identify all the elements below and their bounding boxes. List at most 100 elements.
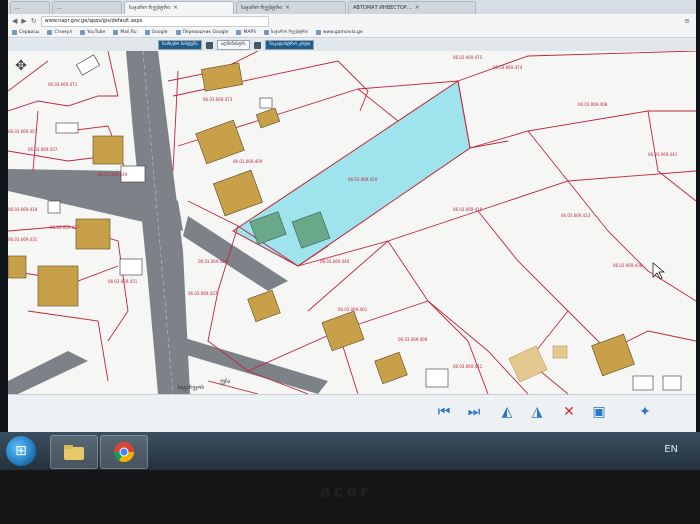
monitor-bezel: acer — [0, 470, 700, 524]
parcel-label: 06.03.069.409 — [233, 159, 263, 164]
search-icon[interactable] — [254, 41, 262, 49]
windows-taskbar: ⊞ EN — [0, 432, 700, 470]
structure — [632, 375, 654, 391]
parcel-label: 06.03.069.401 — [338, 307, 368, 312]
bookmark-icon — [315, 30, 321, 35]
structure — [425, 368, 449, 388]
bookmark-icon — [12, 30, 17, 35]
bookmark-icon — [175, 30, 181, 35]
parcel-label: 06.03.069.437 — [28, 147, 58, 152]
reload-icon[interactable]: ↻ — [31, 17, 37, 25]
language-indicator[interactable]: EN — [664, 444, 678, 455]
admin-field[interactable]: ადმინისტრ. — [216, 40, 251, 50]
parcel-label: 06.03.069.411 — [453, 364, 483, 369]
browser-tab-strip: ... ... საჯარო რეესტრი × საჯარო რეესტრი … — [8, 0, 696, 14]
cadastral-field[interactable]: საკადასტრო კოდი — [265, 40, 315, 50]
address-row: ◀ ▶ ↻ www.napr.gov.ge/apps/gis/default.a… — [8, 14, 696, 28]
bookmark-icon — [236, 30, 242, 35]
browser-tab[interactable]: ... — [52, 1, 122, 14]
parcel-label: 06.03.069.441 — [648, 152, 678, 157]
parcel-label: 06.03.069.406 — [198, 259, 228, 264]
taskbar-chrome[interactable] — [100, 435, 148, 469]
parcel-label: 06.03.069.449 — [98, 172, 128, 177]
full-extent-icon[interactable]: ✦ — [636, 403, 654, 421]
screen: ... ... საჯარო რეესტრი × საჯარო რეესტრი … — [8, 0, 696, 432]
bookmark-icon — [263, 30, 269, 35]
tab-label: საჯარო რეესტრი — [129, 5, 170, 11]
bookmark[interactable]: Сервисы — [12, 30, 39, 35]
parcel-label: 06.03.069.431 — [8, 237, 38, 242]
parcel-label: 06.03.069.408 — [578, 102, 608, 107]
parcel-label: 06.03.069.437 — [188, 291, 218, 296]
start-button[interactable]: ⊞ — [6, 436, 36, 466]
map-toolbar: ⏮ ⏭ ◭ ◮ ✕ ▣ ✦ — [8, 394, 696, 432]
parcel-label: 06.03.069.410 — [453, 207, 483, 212]
building — [8, 255, 27, 279]
search-icon[interactable] — [205, 41, 213, 49]
building — [552, 345, 568, 359]
building — [75, 218, 111, 250]
tab-label: ... — [57, 5, 62, 11]
taskbar-explorer[interactable] — [50, 435, 98, 469]
parcel-label: 06.03.069.427 — [50, 225, 80, 230]
parcel-label: 06.03.069.431 — [108, 279, 138, 284]
bookmarks-bar: Сервисы Стимул YouTube Mail.Ru Google Пе… — [8, 28, 696, 38]
chrome-icon — [114, 442, 134, 462]
browser-tab-active[interactable]: საჯარო რეესტრი × — [124, 1, 234, 14]
tab-close-icon[interactable]: × — [173, 2, 178, 14]
structure — [119, 258, 143, 276]
forward-icon[interactable]: ▶ — [21, 17, 26, 25]
pan-control-icon[interactable]: ✥ — [12, 57, 30, 75]
bookmark[interactable]: Стимул — [47, 30, 72, 35]
folder-icon — [64, 445, 84, 460]
structure — [259, 97, 273, 109]
bookmark[interactable]: Google — [144, 30, 168, 35]
measure-line-icon[interactable]: ◮ — [528, 403, 546, 421]
app-toolbar: საძიებო სისტემა ადმინისტრ. საკადასტრო კო… — [8, 39, 696, 51]
search-field[interactable]: საძიებო სისტემა — [158, 40, 202, 50]
building — [92, 135, 124, 165]
cadastral-map[interactable]: 06.03.069.471 06.03.069.473 06.03.069.47… — [8, 51, 696, 394]
browser-tab[interactable]: ... — [10, 1, 50, 14]
parcel-label: 06.03.069.407 — [8, 129, 38, 134]
street-label: საგარეჯოს — [178, 384, 204, 391]
bookmark[interactable]: MAPS — [236, 30, 256, 35]
structure — [55, 122, 79, 134]
building — [37, 265, 79, 307]
tab-label: АВТОМАТ ИНВЕСТОР... — [353, 5, 412, 11]
tab-close-icon[interactable]: × — [415, 2, 420, 14]
structure — [662, 375, 682, 391]
bookmark[interactable]: საჯარო რეესტრი — [263, 30, 308, 35]
clear-icon[interactable]: ✕ — [560, 403, 578, 421]
parcel-label: 06.03.069.474 — [493, 65, 523, 70]
parcel-label: 06.03.069.471 — [48, 82, 78, 87]
bookmark-icon — [113, 30, 119, 35]
first-page-icon[interactable]: ⏮ — [435, 403, 453, 421]
bookmark[interactable]: Mail.Ru — [113, 30, 137, 35]
tab-close-icon[interactable]: × — [285, 2, 290, 14]
parcel-label: 06.03.069.418 — [8, 207, 38, 212]
measure-area-icon[interactable]: ◭ — [498, 403, 516, 421]
monitor: ... ... საჯარო რეესტრი × საჯარო რეესტრი … — [0, 0, 700, 470]
bookmark[interactable]: YouTube — [80, 30, 105, 35]
tab-label: საჯარო რეესტრი — [241, 5, 282, 11]
parcel-label: 06.03.069.473 — [203, 97, 233, 102]
street-label: ქუჩა — [220, 378, 231, 385]
browser-tab[interactable]: საჯარო რეესტრი × — [236, 1, 346, 14]
bookmark[interactable]: www.gamoivla.ge — [315, 30, 363, 35]
url-bar[interactable]: www.napr.gov.ge/apps/gis/default.aspx — [40, 15, 269, 27]
browser-tab[interactable]: АВТОМАТ ИНВЕСТОР... × — [348, 1, 476, 14]
menu-icon[interactable]: ≡ — [684, 17, 690, 25]
last-page-icon[interactable]: ⏭ — [465, 403, 483, 421]
bookmark-icon — [80, 30, 85, 35]
map-canvas[interactable]: 06.03.069.471 06.03.069.473 06.03.069.47… — [8, 51, 696, 394]
bookmark-icon — [47, 30, 53, 35]
monitor-brand-logo: acer — [320, 482, 372, 501]
parcel-label: 06.03.069.420 — [348, 177, 378, 182]
parcel-label: 06.03.069.440 — [320, 259, 350, 264]
bookmark-icon — [144, 30, 150, 35]
parcel-label: 06.03.069.438 — [613, 263, 643, 268]
print-icon[interactable]: ▣ — [590, 403, 608, 421]
back-icon[interactable]: ◀ — [12, 17, 17, 25]
bookmark[interactable]: Переводчик Google — [175, 30, 228, 35]
